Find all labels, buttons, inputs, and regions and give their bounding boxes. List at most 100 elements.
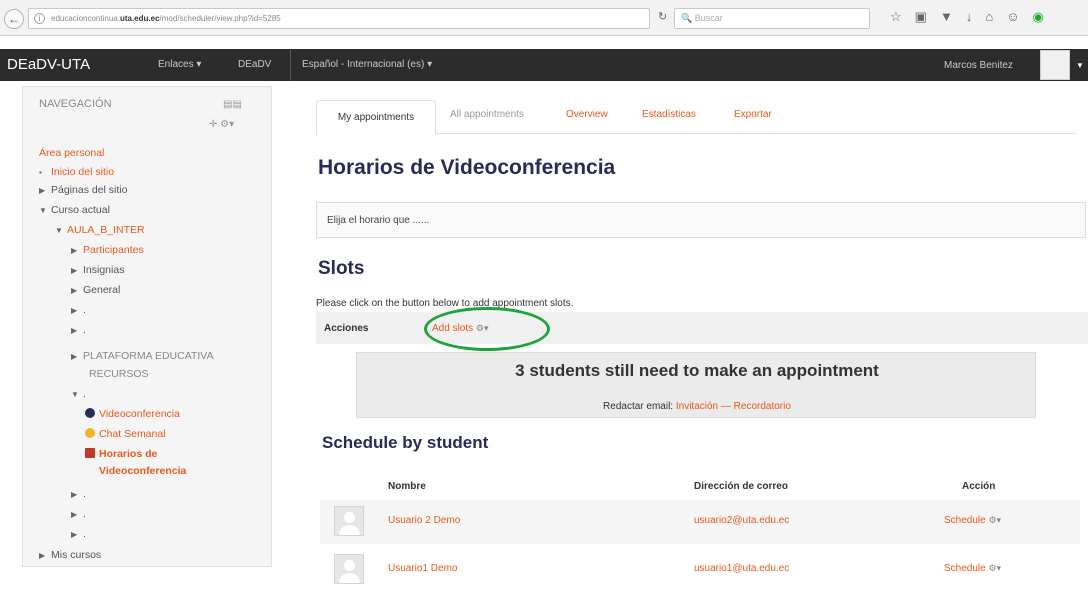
bookmark-star-icon[interactable]: ☆: [890, 9, 902, 25]
info-icon[interactable]: i: [34, 13, 45, 24]
sidebar-item-label: Insignias: [83, 264, 125, 276]
sidebar-item-label: PLATAFORMA EDUCATIVA: [83, 350, 214, 362]
sidebar-item-section[interactable]: ▶.: [71, 488, 86, 500]
clipboard-icon[interactable]: ▣: [915, 9, 927, 25]
slots-note: Please click on the button below to add …: [316, 298, 574, 309]
sidebar-item-paginas[interactable]: ▶ Páginas del sitio: [39, 184, 127, 196]
sidebar-item-label: Inicio del sitio: [51, 166, 115, 178]
tab-overview[interactable]: Overview: [566, 109, 608, 120]
chevron-right-icon: ▶: [71, 490, 78, 499]
sidebar-item-horarios-cont[interactable]: Videoconferencia: [99, 465, 186, 477]
dock-icon[interactable]: ▤▤: [223, 99, 242, 110]
sidebar-item-videoconferencia[interactable]: Videoconferencia: [85, 408, 180, 420]
sidebar-item-insignias[interactable]: ▶ Insignias: [71, 264, 124, 276]
sidebar-item-participantes[interactable]: ▶ Participantes: [71, 244, 144, 256]
chevron-right-icon: ▶: [71, 352, 78, 361]
sidebar-item-label: Videoconferencia: [99, 465, 187, 477]
browser-search-input[interactable]: 🔍 Buscar: [674, 8, 870, 29]
sidebar-item-section[interactable]: ▶.: [71, 324, 86, 336]
appointment-alert: 3 students still need to make an appoint…: [356, 352, 1036, 418]
tab-estadisticas[interactable]: Estadísticas: [642, 109, 696, 120]
sidebar-item-general[interactable]: ▶ General: [71, 284, 120, 296]
student-name-link[interactable]: Usuario 2 Demo: [388, 515, 460, 526]
reload-icon[interactable]: ↻: [658, 10, 667, 23]
sidebar-item-label: .: [83, 388, 86, 400]
sidebar-item-label: Páginas del sitio: [51, 184, 128, 196]
chat-icon: [85, 428, 95, 438]
sidebar-item-section[interactable]: ▶.: [71, 508, 86, 520]
avatar: [334, 506, 364, 536]
move-gear-icon[interactable]: ✛ ⚙▾: [209, 119, 234, 130]
column-header-accion: Acción: [962, 481, 996, 492]
sidebar-item-aula[interactable]: ▼ AULA_B_INTER: [55, 224, 145, 236]
column-header-correo[interactable]: Dirección de correo: [694, 481, 788, 492]
reminder-link[interactable]: Recordatorio: [734, 401, 791, 412]
sidebar-item-label: .: [83, 508, 86, 520]
invitation-link[interactable]: Invitación: [676, 401, 718, 412]
language-menu[interactable]: Español - Internacional (es) ▾: [302, 59, 432, 70]
pocket-icon[interactable]: ▼: [940, 9, 953, 25]
user-name[interactable]: Marcos Benitez: [944, 60, 1013, 71]
tab-my-appointments[interactable]: My appointments: [316, 100, 436, 135]
chevron-down-icon: ▼: [55, 226, 63, 235]
link-separator: —: [720, 401, 731, 412]
column-header-nombre[interactable]: Nombre: [388, 481, 426, 492]
sidebar-item-chat[interactable]: Chat Semanal: [85, 428, 166, 440]
menu-deadv[interactable]: DEaDV: [238, 59, 271, 70]
calendar-icon: [85, 448, 95, 458]
search-placeholder: Buscar: [694, 13, 723, 23]
gear-icon: ⚙▾: [988, 563, 1002, 573]
home-icon[interactable]: ⌂: [985, 9, 993, 25]
sidebar-item-inicio[interactable]: ▪ Inicio del sitio: [39, 166, 114, 178]
browser-toolbar: ← i educacioncontinua.uta.edu.ec/mod/sch…: [0, 0, 1088, 36]
table-row: Usuario 2 Demo usuario2@uta.edu.ec Sched…: [320, 500, 1080, 544]
tab-all-appointments[interactable]: All appointments: [450, 109, 524, 120]
student-email-link[interactable]: usuario1@uta.edu.ec: [694, 563, 789, 574]
url-path: /mod/scheduler/view.php?id=5285: [159, 14, 281, 23]
sidebar-item-curso-actual[interactable]: ▼ Curso actual: [39, 204, 110, 216]
chevron-down-icon: ▼: [39, 206, 47, 215]
schedule-menu[interactable]: Schedule ⚙▾: [944, 515, 1001, 526]
sidebar-item-label: AULA_B_INTER: [67, 224, 145, 236]
avatar[interactable]: [1040, 50, 1070, 80]
slots-heading: Slots: [318, 258, 365, 279]
download-icon[interactable]: ↓: [966, 9, 973, 25]
alert-title: 3 students still need to make an appoint…: [515, 361, 879, 380]
highlight-circle: [424, 307, 550, 351]
back-arrow-icon[interactable]: ←: [4, 9, 24, 29]
chevron-right-icon: ▶: [71, 306, 78, 315]
sidebar-item-label: .: [83, 488, 86, 500]
caret-down-icon[interactable]: ▼: [1076, 61, 1084, 70]
sidebar-item-mis-cursos[interactable]: ▶ Mis cursos: [39, 549, 101, 561]
sidebar-item-plataforma[interactable]: ▶ PLATAFORMA EDUCATIVA: [71, 350, 214, 362]
navigation-block: NAVEGACIÓN ▤▤ ✛ ⚙▾ Área personal ▪ Inicio…: [22, 86, 272, 567]
sidebar-item-section[interactable]: ▼.: [71, 388, 86, 400]
sidebar-item-label: .: [83, 304, 86, 316]
sidebar-item-section[interactable]: ▶.: [71, 528, 86, 540]
student-name-link[interactable]: Usuario1 Demo: [388, 563, 457, 574]
sidebar-item-label: General: [83, 284, 121, 296]
avatar: [334, 554, 364, 584]
tab-exportar[interactable]: Exportar: [734, 109, 772, 120]
smiley-icon[interactable]: ☺: [1006, 9, 1019, 25]
address-bar[interactable]: i educacioncontinua.uta.edu.ec/mod/sched…: [28, 8, 650, 29]
sidebar-item-section[interactable]: ▶.: [71, 304, 86, 316]
schedule-menu[interactable]: Schedule ⚙▾: [944, 563, 1001, 574]
chevron-right-icon: ▶: [39, 551, 46, 560]
student-email-link[interactable]: usuario2@uta.edu.ec: [694, 515, 789, 526]
sidebar-item-label: Participantes: [83, 244, 144, 256]
browser-toolbar-icons: ☆ ▣ ▼ ↓ ⌂ ☺ ◉: [890, 9, 1044, 25]
schedule-label: Schedule: [944, 515, 986, 526]
navigation-title: NAVEGACIÓN: [39, 98, 112, 110]
sidebar-item-horarios[interactable]: Horarios de: [85, 448, 157, 460]
chevron-right-icon: ▶: [71, 530, 78, 539]
sidebar-item-label: Videoconferencia: [99, 408, 180, 420]
extension-icon[interactable]: ◉: [1032, 9, 1043, 25]
site-navbar: DEaDV-UTA Enlaces ▾ DEaDV Español - Inte…: [0, 49, 1088, 81]
intro-box: Elija el horario que ......: [316, 202, 1086, 238]
sidebar-item-label: RECURSOS: [89, 368, 149, 380]
site-brand[interactable]: DEaDV-UTA: [7, 56, 90, 73]
chevron-right-icon: ▶: [71, 286, 78, 295]
sidebar-item-area-personal[interactable]: Área personal: [39, 147, 104, 159]
menu-enlaces[interactable]: Enlaces ▾: [158, 59, 201, 70]
